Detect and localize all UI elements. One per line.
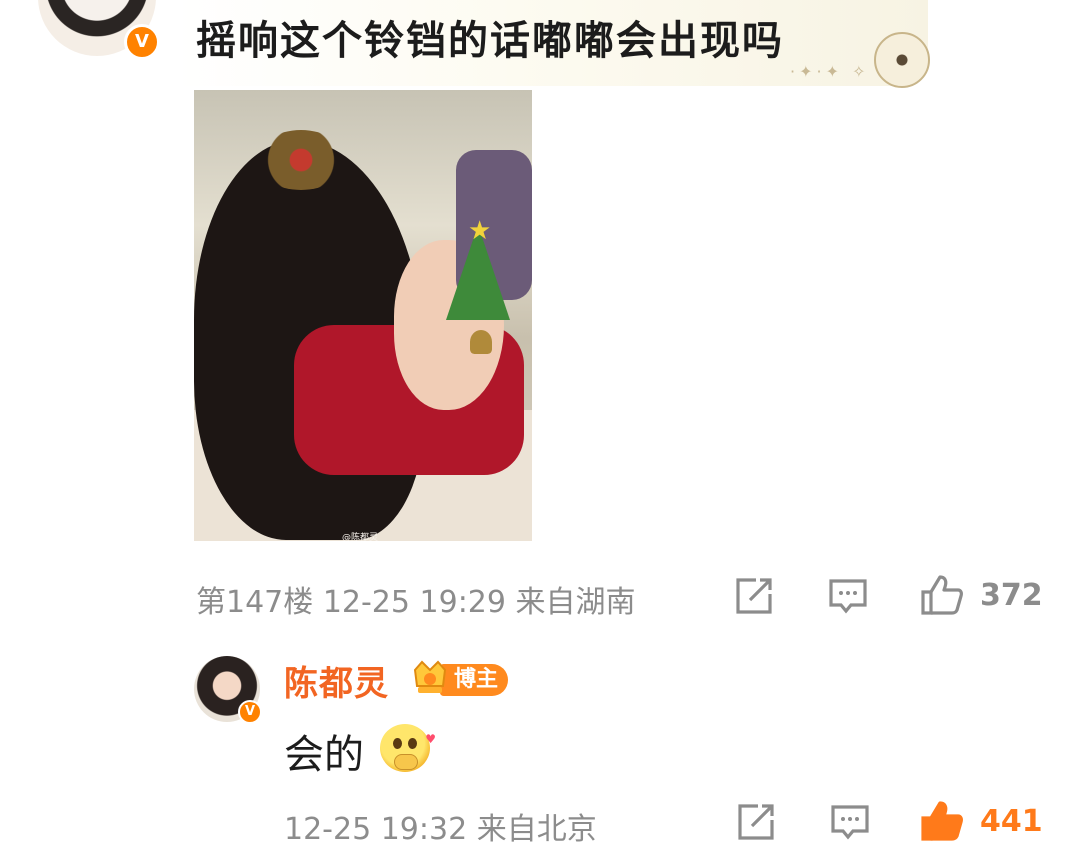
comment-meta: 第147楼 12-25 19:29 来自湖南 — [196, 577, 636, 621]
comment-time: 12-25 19:29 — [322, 585, 506, 620]
liked-icon[interactable] — [920, 800, 964, 842]
reply-time: 12-25 19:32 — [284, 812, 468, 847]
comment-photo[interactable]: ★ @陈都灵 — [194, 90, 532, 541]
sparkle-decoration-icon: ·✦·✦ ✧ — [790, 62, 870, 81]
comment-location: 来自湖南 — [515, 585, 636, 620]
verified-badge-icon: V — [124, 24, 160, 60]
compass-decoration-icon — [874, 32, 930, 88]
reply-meta: 12-25 19:32 来自北京 — [284, 804, 597, 848]
reply-location: 来自北京 — [476, 812, 597, 847]
photo-watermark: @陈都灵 — [342, 533, 379, 541]
reply-text: 会的 — [284, 732, 364, 778]
comment-icon[interactable] — [830, 802, 870, 842]
verified-badge-icon: V — [238, 700, 262, 724]
reply-author-name[interactable]: 陈都灵 — [284, 656, 389, 705]
author-badge: 博主 — [440, 664, 509, 696]
comment-icon[interactable] — [828, 576, 868, 616]
reply-like-count: 441 — [980, 804, 1043, 839]
floor-number: 第147楼 — [196, 585, 314, 620]
pleading-emoji-icon: ♥ — [380, 724, 436, 772]
repost-icon[interactable] — [736, 802, 776, 842]
crown-badge-icon — [413, 660, 447, 693]
like-icon[interactable] — [920, 574, 964, 616]
comment-text: 摇响这个铃铛的话嘟嘟会出现吗 — [196, 18, 784, 64]
like-count: 372 — [980, 578, 1043, 613]
repost-icon[interactable] — [734, 576, 774, 616]
